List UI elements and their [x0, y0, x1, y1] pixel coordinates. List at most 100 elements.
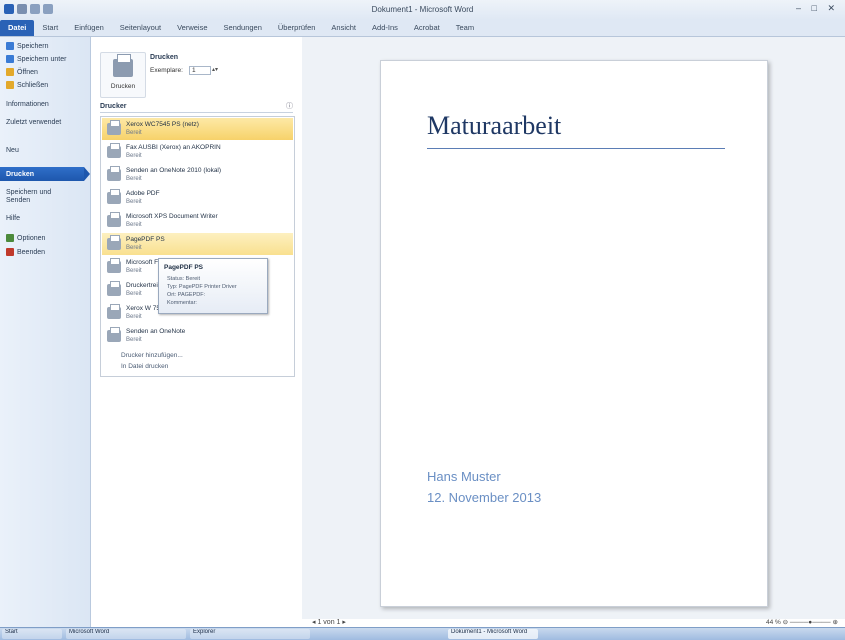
nav-close[interactable]: Schließen — [6, 81, 48, 89]
printer-item[interactable]: Microsoft XPS Document Writer Bereit — [102, 210, 293, 232]
printer-status: Bereit — [126, 245, 142, 251]
tab-add-ins[interactable]: Add-Ins — [364, 20, 406, 36]
printer-status: Bereit — [126, 222, 142, 228]
print-button-label: Drucken — [110, 83, 136, 90]
printer-icon — [107, 258, 121, 273]
printer-name: Senden an OneNote — [126, 328, 186, 335]
printer-icon — [113, 54, 133, 77]
printer-status: Bereit — [126, 199, 142, 205]
printer-status: Bereit — [126, 337, 142, 343]
copies-spinner[interactable]: ▴▾ — [212, 66, 218, 73]
nav-options[interactable]: Optionen — [6, 234, 45, 242]
printer-item[interactable]: Senden an OneNote Bereit — [102, 325, 293, 347]
printer-status: Bereit — [126, 176, 142, 182]
close-document-icon — [6, 81, 14, 89]
nav-label: Informationen — [6, 101, 49, 108]
printer-name: PagePDF PS — [126, 236, 165, 243]
tooltip-title: PagePDF PS — [164, 264, 204, 271]
taskbar-item[interactable]: Explorer — [190, 629, 310, 639]
save-as-icon — [6, 55, 14, 63]
fax-icon — [107, 143, 121, 158]
printer-name: Fax AUSBI (Xerox) an AKOPRIN — [126, 144, 221, 151]
print-section-heading: Drucken — [150, 54, 179, 61]
printer-name: Microsoft XPS Document Writer — [126, 213, 218, 220]
options-icon — [6, 234, 14, 242]
tooltip-line: Typ: PagePDF Printer Driver — [167, 284, 237, 290]
nav-label: Optionen — [17, 234, 46, 242]
printer-icon — [107, 189, 121, 204]
taskbar-start[interactable]: Start — [2, 629, 62, 639]
nav-label: Schließen — [17, 81, 49, 89]
printer-dropdown-list: Xerox WC7545 PS (netz) Bereit Fax AUSBI … — [100, 116, 295, 377]
nav-label: Hilfe — [6, 215, 21, 222]
add-printer-link[interactable]: Drucker hinzufügen... — [121, 352, 183, 359]
nav-label: Speichern und Senden — [6, 189, 52, 204]
tab-team[interactable]: Team — [448, 20, 482, 36]
tab-file[interactable]: Datei — [0, 20, 35, 36]
nav-save[interactable]: Speichern — [6, 42, 49, 50]
nav-label: Speichern unter — [17, 55, 67, 63]
open-folder-icon — [6, 68, 14, 76]
document-author: Hans Muster — [427, 469, 501, 484]
info-icon[interactable]: ⓘ — [286, 101, 293, 111]
printer-status: Bereit — [126, 291, 142, 297]
printer-icon — [107, 120, 121, 135]
page-navigator[interactable]: ◂ 1 von 1 ▸ — [312, 618, 346, 626]
printer-status: Bereit — [126, 314, 142, 320]
nav-exit[interactable]: Beenden — [6, 248, 45, 256]
window-title: Dokument1 - Microsoft Word — [371, 5, 474, 14]
printer-item[interactable]: PagePDF PS Bereit — [102, 233, 293, 255]
printer-icon — [107, 166, 121, 181]
tooltip-line: Status: Bereit — [167, 276, 201, 282]
tab-review[interactable]: Überprüfen — [270, 20, 324, 36]
nav-label: Speichern — [17, 42, 49, 50]
tab-view[interactable]: Ansicht — [323, 20, 364, 36]
tab-references[interactable]: Verweise — [169, 20, 215, 36]
zoom-slider[interactable]: 44 % ⊖ ────●──── ⊕ — [766, 618, 838, 626]
printer-item[interactable]: Senden an OneNote 2010 (lokal) Bereit — [102, 164, 293, 186]
printer-icon — [107, 235, 121, 250]
nav-label: Öffnen — [17, 68, 38, 76]
nav-help[interactable]: Hilfe — [6, 215, 20, 222]
document-date: 12. November 2013 — [427, 490, 542, 505]
printer-icon — [107, 281, 121, 296]
printer-item[interactable]: Fax AUSBI (Xerox) an AKOPRIN Bereit — [102, 141, 293, 163]
printer-item[interactable]: Xerox WC7545 PS (netz) Bereit — [102, 118, 293, 140]
tab-insert[interactable]: Einfügen — [66, 20, 112, 36]
tab-home[interactable]: Start — [34, 20, 66, 36]
preview-page: Maturaarbeit Hans Muster 12. November 20… — [380, 60, 768, 607]
nav-new[interactable]: Neu — [6, 147, 19, 154]
print-button[interactable]: Drucken — [100, 52, 146, 98]
copies-field[interactable]: 1 — [189, 66, 211, 75]
window-controls[interactable]: – □ ✕ — [796, 3, 839, 14]
nav-print[interactable]: Drucken — [0, 167, 90, 181]
save-icon — [6, 42, 14, 50]
nav-open[interactable]: Öffnen — [6, 68, 38, 76]
tab-acrobat[interactable]: Acrobat — [406, 20, 448, 36]
taskbar: Start Microsoft Word Explorer Dokument1 … — [0, 627, 845, 640]
printer-name: Xerox WC7545 PS (netz) — [126, 121, 199, 128]
print-to-file-link[interactable]: In Datei drucken — [121, 363, 168, 370]
tab-mailings[interactable]: Sendungen — [216, 20, 270, 36]
printer-name: Adobe PDF — [126, 190, 160, 197]
taskbar-item[interactable]: Microsoft Word — [66, 629, 186, 639]
printer-status: Bereit — [126, 130, 142, 136]
tab-page-layout[interactable]: Seitenlayout — [112, 20, 169, 36]
copies-label: Exemplare: — [150, 67, 183, 74]
nav-save-as[interactable]: Speichern unter — [6, 55, 66, 63]
printer-heading: Drucker — [100, 103, 293, 113]
nav-recent[interactable]: Zuletzt verwendet — [6, 119, 66, 127]
printer-tooltip: PagePDF PS Status: Bereit Typ: PagePDF P… — [158, 258, 268, 314]
taskbar-item-active[interactable]: Dokument1 - Microsoft Word — [448, 629, 538, 639]
ribbon-tabs: Datei Start Einfügen Seitenlayout Verwei… — [0, 20, 845, 37]
nav-label: Neu — [6, 147, 19, 154]
nav-label: Drucken — [6, 170, 35, 178]
printer-item[interactable]: Adobe PDF Bereit — [102, 187, 293, 209]
printer-status: Bereit — [126, 268, 142, 274]
nav-save-and-send[interactable]: Speichern und Senden — [6, 189, 66, 205]
exit-icon — [6, 248, 14, 256]
title-underline — [427, 148, 725, 149]
nav-info[interactable]: Informationen — [6, 101, 49, 108]
title-bar: Dokument1 - Microsoft Word – □ ✕ — [0, 0, 845, 21]
printer-icon — [107, 304, 121, 319]
